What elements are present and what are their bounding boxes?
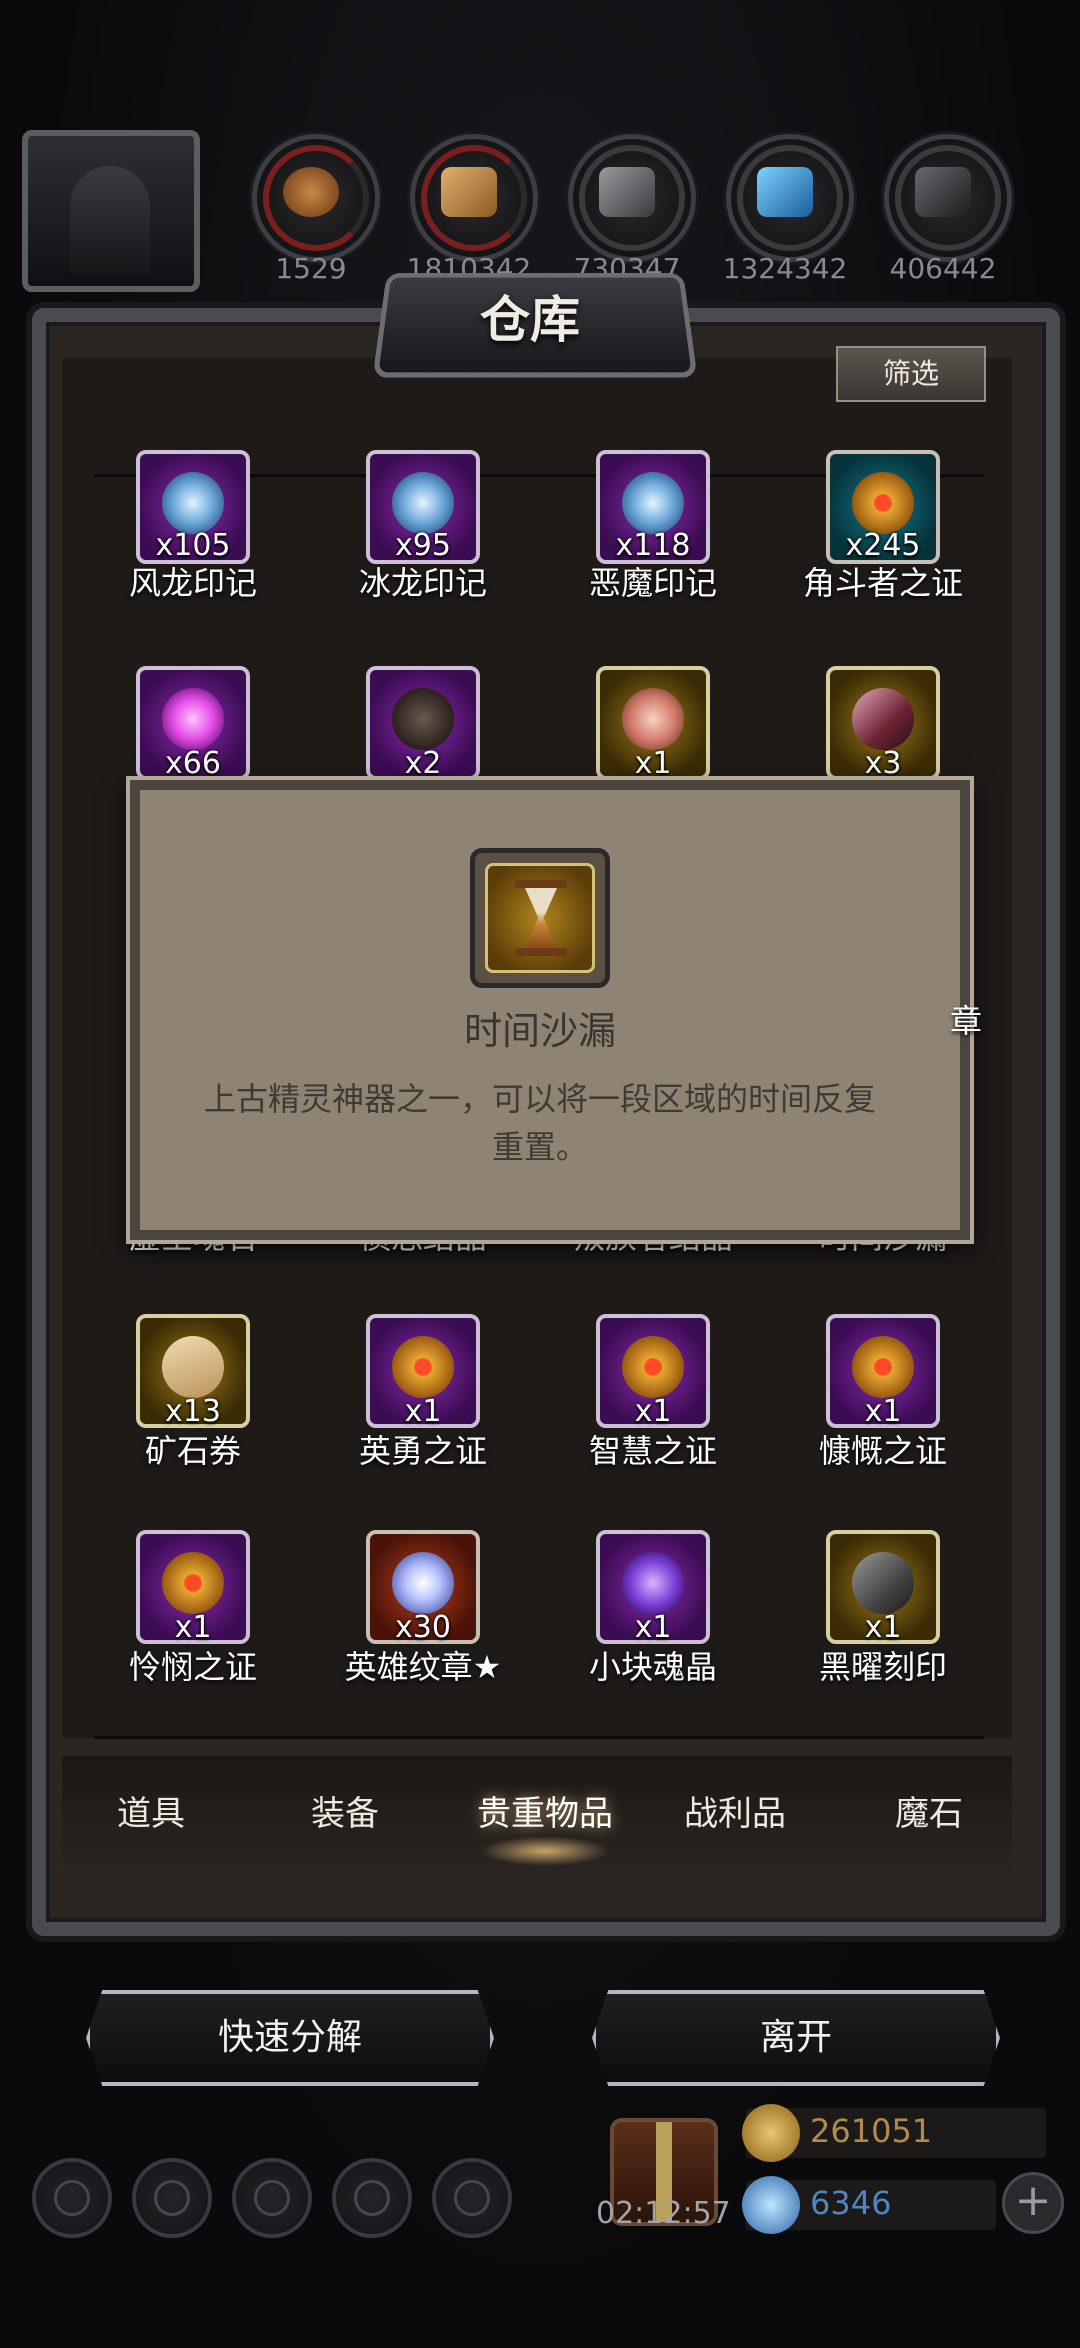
item-slot[interactable]: x245 角斗者之证: [778, 450, 988, 660]
soul-crystal-shard-icon: [622, 1552, 684, 1614]
iron-bar-icon: [599, 167, 655, 217]
item-name: 英雄纹章★: [344, 1648, 502, 1686]
item-count: x66: [165, 746, 221, 781]
item-count: x1: [864, 1394, 902, 1429]
resource-crystal[interactable]: [726, 134, 854, 262]
tooltip-item-name: 时间沙漏: [463, 1009, 616, 1053]
item-name: 矿石券: [144, 1432, 241, 1470]
helmet-icon[interactable]: [232, 2158, 312, 2238]
valor-proof-icon: [392, 1336, 454, 1398]
tab-items[interactable]: 道具: [56, 1786, 246, 1835]
item-name: 小块魂晶: [588, 1648, 717, 1686]
wood-log-icon: [283, 167, 339, 217]
demon-mark-icon: [622, 472, 684, 534]
item-name-partial: 章: [950, 1002, 983, 1040]
divider: [94, 1736, 984, 1739]
gem-value: 6346: [810, 2184, 892, 2222]
item-count: x3: [864, 746, 902, 781]
resource-value: 1324342: [722, 252, 848, 285]
item-name: 角斗者之证: [802, 564, 963, 602]
item-count: x1: [864, 1610, 902, 1645]
void-soul-stone-icon: [162, 688, 224, 750]
item-count: x1: [174, 1610, 212, 1645]
item-count: x1: [404, 1394, 442, 1429]
add-currency-button[interactable]: +: [1002, 2172, 1064, 2234]
item-slot[interactable]: x30 英雄纹章★: [318, 1530, 528, 1720]
gift-timer: 02:12:57: [596, 2196, 731, 2231]
item-name: 怜悯之证: [128, 1648, 257, 1686]
hourglass-icon: [515, 880, 567, 956]
betrayer-crystal-icon: [622, 688, 684, 750]
panel-title: 仓库: [480, 290, 580, 349]
star-badge-icon[interactable]: [132, 2158, 212, 2238]
resource-wood-log[interactable]: [252, 134, 380, 262]
tab-valuables[interactable]: 贵重物品: [450, 1786, 640, 1835]
mercy-proof-icon: [162, 1552, 224, 1614]
gladiator-proof-icon: [852, 472, 914, 534]
item-name: 英勇之证: [358, 1432, 487, 1470]
hero-crest-icon: [392, 1552, 454, 1614]
time-hourglass-icon: [852, 688, 914, 750]
ice-dragon-mark-icon: [392, 472, 454, 534]
tab-equipment[interactable]: 装备: [250, 1786, 440, 1835]
item-slot[interactable]: x13 矿石券: [88, 1314, 298, 1504]
resource-value: 1529: [275, 252, 347, 285]
item-slot[interactable]: x1 慷慨之证: [778, 1314, 988, 1504]
chest-icon[interactable]: [432, 2158, 512, 2238]
plank-icon: [441, 167, 497, 217]
hooded-figure-icon: [70, 166, 150, 276]
item-count: x1: [634, 1394, 672, 1429]
gold-coin-icon: [742, 2104, 800, 2162]
settings-gear-icon[interactable]: [32, 2158, 112, 2238]
item-name: 冰龙印记: [358, 564, 487, 602]
generosity-proof-icon: [852, 1336, 914, 1398]
obsidian-seal-icon: [852, 1552, 914, 1614]
resource-iron[interactable]: [568, 134, 696, 262]
resource-plank[interactable]: [410, 134, 538, 262]
item-count: x2: [404, 746, 442, 781]
game-screen: 1529 1810342 730347 1324342 406442 仓库 筛选…: [0, 0, 1080, 2348]
item-name: 慷慨之证: [818, 1432, 947, 1470]
mail-icon[interactable]: [332, 2158, 412, 2238]
filter-button[interactable]: 筛选: [836, 346, 986, 402]
resource-dark-ingot[interactable]: [884, 134, 1012, 262]
player-avatar[interactable]: [22, 130, 200, 292]
item-count: x1: [634, 746, 672, 781]
active-tab-glow: [480, 1836, 610, 1866]
item-name: 智慧之证: [588, 1432, 717, 1470]
wrath-crystal-icon: [392, 688, 454, 750]
item-name: 恶魔印记: [588, 564, 717, 602]
tab-loot[interactable]: 战利品: [640, 1786, 830, 1835]
leave-button[interactable]: 离开: [592, 1990, 1000, 2086]
dark-ingot-icon: [915, 167, 971, 217]
tooltip-description: 上古精灵神器之一，可以将一段区域的时间反复重置。: [203, 1080, 876, 1166]
ore-voucher-icon: [162, 1336, 224, 1398]
resource-value: 406442: [889, 252, 997, 285]
item-slot[interactable]: x95 冰龙印记: [318, 450, 528, 660]
item-count: x1: [634, 1610, 672, 1645]
blue-gem-icon: [742, 2176, 800, 2234]
wisdom-proof-icon: [622, 1336, 684, 1398]
item-slot[interactable]: x1 智慧之证: [548, 1314, 758, 1504]
item-slot[interactable]: x118 恶魔印记: [548, 450, 758, 660]
item-name: 风龙印记: [128, 564, 257, 602]
blue-crystal-icon: [757, 167, 813, 217]
gold-value: 261051: [810, 2112, 933, 2150]
item-slot[interactable]: x1 英勇之证: [318, 1314, 528, 1504]
item-slot[interactable]: x1 怜悯之证: [88, 1530, 298, 1720]
quick-disassemble-button[interactable]: 快速分解: [86, 1990, 494, 2086]
item-slot[interactable]: x1 小块魂晶: [548, 1530, 758, 1720]
item-slot[interactable]: x105 风龙印记: [88, 450, 298, 660]
item-count: x30: [395, 1610, 451, 1645]
tooltip-item-frame: [470, 848, 610, 988]
item-slot[interactable]: x1 黑曜刻印: [778, 1530, 988, 1720]
item-count: x13: [165, 1394, 221, 1429]
tab-magic-stones[interactable]: 魔石: [834, 1786, 1024, 1835]
wind-dragon-mark-icon: [162, 472, 224, 534]
item-name: 黑曜刻印: [818, 1648, 947, 1686]
